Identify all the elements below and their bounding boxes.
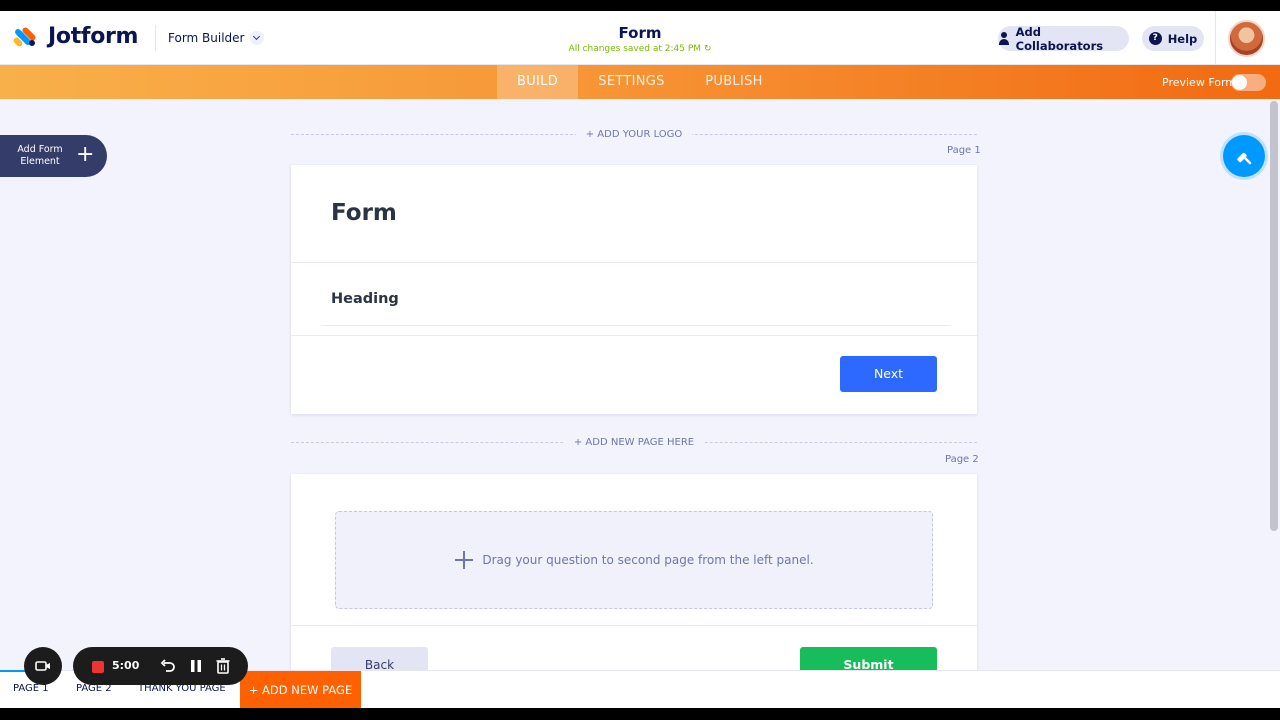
tab-publish[interactable]: PUBLISH xyxy=(690,65,778,99)
page-1-label: Page 1 xyxy=(947,145,981,156)
page-2-label: Page 2 xyxy=(945,454,979,465)
scrollbar[interactable] xyxy=(1270,101,1278,531)
form-page-1: Form Heading Next xyxy=(291,165,977,414)
tab-settings[interactable]: SETTINGS xyxy=(585,65,678,99)
add-form-element-label: Add Form Element xyxy=(17,144,63,167)
tab-build[interactable]: BUILD xyxy=(497,65,578,99)
add-collaborators-button[interactable]: Add Collaborators xyxy=(998,24,1129,53)
preview-form-label: Preview Form xyxy=(1162,76,1237,89)
move-arrows-icon xyxy=(454,550,474,570)
stop-record-icon[interactable] xyxy=(92,661,104,673)
user-avatar[interactable] xyxy=(1228,20,1265,57)
recorder-timer: 5:00 xyxy=(112,659,140,672)
undo-icon[interactable] xyxy=(159,657,177,675)
add-logo-link[interactable]: + ADD YOUR LOGO xyxy=(575,129,693,140)
recorder-camera-button[interactable] xyxy=(24,647,62,685)
add-new-page-button[interactable]: + ADD NEW PAGE xyxy=(240,671,361,708)
add-new-page-here-link[interactable]: + ADD NEW PAGE HERE xyxy=(563,437,705,448)
add-logo-link-wrap: + ADD YOUR LOGO xyxy=(0,129,1268,140)
app-screen: Jotform Form Builder Form All changes sa… xyxy=(0,11,1280,708)
next-button[interactable]: Next xyxy=(840,356,937,392)
heading-element[interactable]: Heading xyxy=(331,291,399,307)
form-header-title[interactable]: Form xyxy=(331,200,397,226)
help-button[interactable]: ? Help xyxy=(1142,26,1204,51)
add-new-page-here-wrap: + ADD NEW PAGE HERE xyxy=(0,437,1268,448)
divider xyxy=(291,262,977,263)
dropzone-text: Drag your question to second page from t… xyxy=(482,553,814,567)
divider xyxy=(321,325,951,326)
recorder-controls: 5:00 xyxy=(73,647,248,685)
preview-form-toggle[interactable] xyxy=(1231,74,1266,91)
video-camera-icon xyxy=(35,661,50,671)
question-dropzone[interactable]: Drag your question to second page from t… xyxy=(335,511,933,609)
top-header: Jotform Form Builder Form All changes sa… xyxy=(0,11,1280,65)
trash-icon[interactable] xyxy=(214,657,232,675)
paint-roller-icon xyxy=(1237,152,1252,165)
refresh-icon: ↻ xyxy=(703,44,712,54)
header-divider xyxy=(1215,11,1216,65)
divider xyxy=(291,625,977,626)
add-collaborators-label: Add Collaborators xyxy=(1015,24,1104,53)
help-icon: ? xyxy=(1148,32,1162,45)
builder-nav: BUILD SETTINGS PUBLISH Preview Form xyxy=(0,65,1280,99)
add-form-element-button[interactable]: Add Form Element + xyxy=(0,135,107,177)
save-status-text: All changes saved at 2:45 PM xyxy=(568,44,702,54)
person-icon xyxy=(998,32,1010,45)
form-designer-button[interactable] xyxy=(1223,135,1265,177)
help-label: Help xyxy=(1167,31,1198,46)
plus-icon: + xyxy=(76,142,95,167)
divider xyxy=(291,335,977,336)
pause-icon[interactable] xyxy=(187,657,205,675)
